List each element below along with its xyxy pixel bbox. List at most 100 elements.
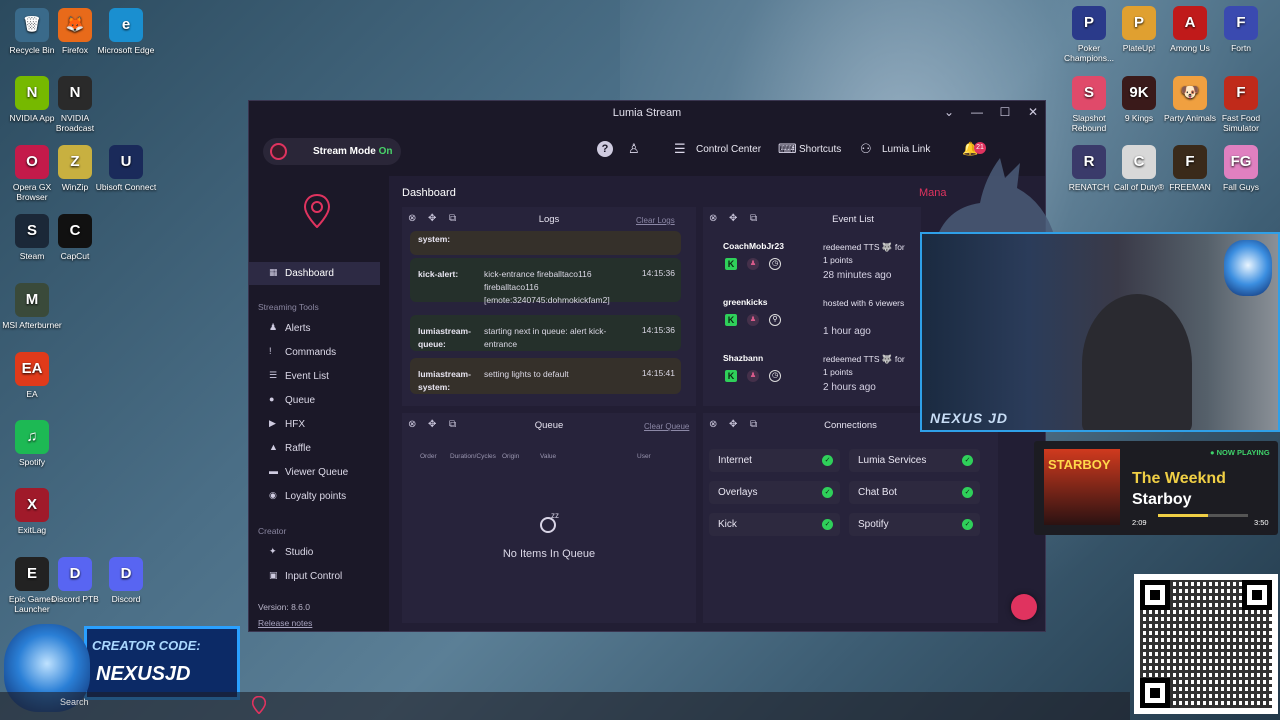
nav-icon: ☰ bbox=[269, 370, 278, 380]
app-icon: M bbox=[15, 283, 49, 317]
queue-col-duration[interactable]: Duration/Cycles bbox=[450, 453, 496, 460]
sidebar-item-label: Viewer Queue bbox=[285, 467, 349, 478]
clear-queue-button[interactable]: Clear Queue bbox=[644, 422, 689, 431]
sidebar-item-label: Commands bbox=[285, 347, 337, 358]
log-entry: system: bbox=[410, 231, 681, 255]
chat-fab-button[interactable] bbox=[1011, 594, 1037, 620]
event-time: 1 hour ago bbox=[823, 326, 871, 337]
desktop-icon-label: Fortn bbox=[1231, 43, 1251, 53]
log-time: 14:15:36 bbox=[641, 325, 675, 335]
desktop-icon[interactable]: EA EA bbox=[0, 352, 64, 399]
desktop-icon[interactable]: X ExitLag bbox=[0, 488, 64, 535]
connection-label: Spotify bbox=[858, 519, 889, 530]
creator-code-value: NEXUSJD bbox=[96, 663, 191, 685]
desktop-icon[interactable]: D Discord bbox=[94, 557, 158, 604]
desktop-icon-label: Fall Guys bbox=[1223, 182, 1259, 192]
taskbar-search[interactable]: Search bbox=[60, 697, 180, 715]
collapse-icon[interactable]: ⌄ bbox=[939, 105, 959, 119]
album-art-image: STARBOY bbox=[1044, 449, 1120, 525]
elapsed-time: 2:09 bbox=[1132, 518, 1147, 527]
app-icon: F bbox=[1224, 76, 1258, 110]
app-icon: C bbox=[58, 214, 92, 248]
user-icon[interactable]: ♙ bbox=[628, 141, 640, 157]
desktop-icon[interactable]: F Fortn bbox=[1209, 6, 1273, 53]
connection-internet[interactable]: Internet ✓ bbox=[709, 449, 840, 472]
sidebar-item-raffle[interactable]: ▲ Raffle bbox=[249, 437, 380, 460]
connection-kick[interactable]: Kick ✓ bbox=[709, 513, 840, 536]
event-list-panel: ⊗ ✥ ⧉ Event List CoachMobJr23 K ♟ ◷ redeemed… bbox=[703, 207, 921, 406]
app-icon: FG bbox=[1224, 145, 1258, 179]
stream-mode-icon bbox=[270, 143, 287, 160]
connection-overlays[interactable]: Overlays ✓ bbox=[709, 481, 840, 504]
shortcuts-icon[interactable]: ⌨ bbox=[778, 141, 797, 157]
desktop-icon[interactable]: N NVIDIA Broadcast bbox=[43, 76, 107, 133]
sidebar-item-commands[interactable]: ! Commands bbox=[249, 341, 380, 364]
connection-lumia-services[interactable]: Lumia Services ✓ bbox=[849, 449, 980, 472]
sidebar-item-studio[interactable]: ✦ Studio bbox=[249, 541, 380, 564]
help-icon[interactable]: ? bbox=[597, 141, 613, 157]
desktop-icon[interactable]: M MSI Afterburner bbox=[0, 283, 64, 330]
sidebar-item-label: Dashboard bbox=[285, 268, 334, 279]
desktop-icon-label: Ubisoft Connect bbox=[95, 182, 157, 192]
queue-col-user[interactable]: User bbox=[637, 453, 651, 460]
desktop-icon[interactable]: e Microsoft Edge bbox=[94, 8, 158, 55]
sidebar-item-dashboard[interactable]: ▦ Dashboard bbox=[249, 262, 380, 285]
desktop-icon-label: Fast Food Simulator bbox=[1221, 113, 1261, 133]
queue-col-order[interactable]: Order bbox=[420, 453, 437, 460]
user-icon: ♟ bbox=[747, 314, 759, 326]
close-button[interactable]: ✕ bbox=[1023, 105, 1043, 119]
clear-logs-button[interactable]: Clear Logs bbox=[636, 216, 675, 225]
wolf-logo-image bbox=[1224, 240, 1272, 296]
panel-close-icon[interactable]: ⊗ bbox=[709, 213, 717, 224]
log-source: system: bbox=[418, 234, 451, 244]
desktop-icon[interactable]: ♫ Spotify bbox=[0, 420, 64, 467]
panel-move-icon[interactable]: ✥ bbox=[729, 213, 737, 224]
app-icon: e bbox=[109, 8, 143, 42]
check-icon: ✓ bbox=[822, 487, 833, 498]
minimize-button[interactable]: — bbox=[967, 105, 987, 119]
sidebar-item-label: Queue bbox=[285, 395, 316, 406]
queue-col-value[interactable]: Value bbox=[540, 453, 556, 460]
desktop-icon-label: Discord bbox=[111, 594, 141, 604]
app-icon: P bbox=[1072, 6, 1106, 40]
lumia-link-button[interactable]: Lumia Link bbox=[882, 144, 930, 155]
sidebar-item-event-list[interactable]: ☰ Event List bbox=[249, 365, 380, 388]
check-icon: ✓ bbox=[962, 519, 973, 530]
queue-col-origin[interactable]: Origin bbox=[502, 453, 519, 460]
log-entry: lumiastream-queue: starting next in queue… bbox=[410, 315, 681, 351]
restore-button[interactable]: ☐ bbox=[995, 105, 1015, 119]
release-notes-link[interactable]: Release notes bbox=[258, 618, 312, 628]
connection-chat-bot[interactable]: Chat Bot ✓ bbox=[849, 481, 980, 504]
app-icon: R bbox=[1072, 145, 1106, 179]
sidebar-item-queue[interactable]: ● Queue bbox=[249, 389, 380, 412]
sidebar-item-label: HFX bbox=[285, 419, 305, 430]
lumia-taskbar-icon[interactable] bbox=[252, 696, 266, 714]
event-time: 28 minutes ago bbox=[823, 270, 892, 281]
lumia-link-icon[interactable]: ⚇ bbox=[860, 141, 872, 157]
kick-icon: K bbox=[725, 314, 737, 326]
desktop-icon[interactable]: C CapCut bbox=[43, 214, 107, 261]
sidebar-item-alerts[interactable]: ♟ Alerts bbox=[249, 317, 380, 340]
sidebar-item-label: Studio bbox=[285, 547, 314, 558]
control-center-button[interactable]: Control Center bbox=[696, 144, 761, 155]
desktop-icon[interactable]: FG Fall Guys bbox=[1209, 145, 1273, 192]
app-icon: Z bbox=[58, 145, 92, 179]
event-description: redeemed TTS 🐺 for 1 points bbox=[823, 354, 905, 377]
app-icon: ♫ bbox=[15, 420, 49, 454]
logs-panel: ⊗ ✥ ⧉ Logs Clear Logs system: kick-alert:… bbox=[402, 207, 696, 406]
control-center-icon[interactable]: ☰ bbox=[674, 141, 686, 157]
desktop-icon[interactable]: U Ubisoft Connect bbox=[94, 145, 158, 192]
sidebar-item-loyalty-points[interactable]: ◉ Loyalty points bbox=[249, 485, 380, 508]
sidebar-item-input-control[interactable]: ▣ Input Control bbox=[249, 565, 380, 588]
log-source: lumiastream-queue: bbox=[418, 326, 471, 349]
desktop-icon[interactable]: F Fast Food Simulator bbox=[1209, 76, 1273, 133]
sidebar-item-viewer-queue[interactable]: ▬ Viewer Queue bbox=[249, 461, 380, 484]
connection-spotify[interactable]: Spotify ✓ bbox=[849, 513, 980, 536]
title-bar: Lumia Stream ⌄ — ☐ ✕ bbox=[249, 101, 1045, 126]
user-icon: ♟ bbox=[747, 370, 759, 382]
stream-mode-toggle[interactable]: Stream Mode On bbox=[263, 138, 401, 165]
panel-popout-icon[interactable]: ⧉ bbox=[750, 213, 757, 224]
desktop-icon-label: EA bbox=[26, 389, 38, 399]
sidebar-item-hfx[interactable]: ▶ HFX bbox=[249, 413, 380, 436]
shortcuts-button[interactable]: Shortcuts bbox=[799, 144, 841, 155]
